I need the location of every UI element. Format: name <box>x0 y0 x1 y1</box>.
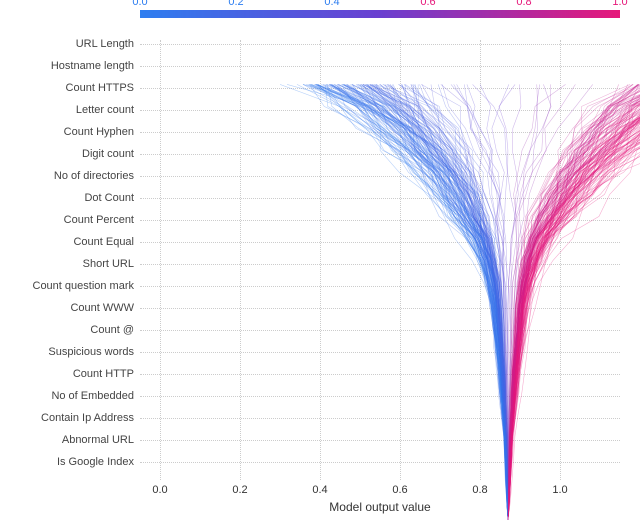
feature-label: Count WWW <box>4 302 134 314</box>
feature-label: Contain Ip Address <box>4 412 134 424</box>
feature-label: No of directories <box>4 170 134 182</box>
feature-label: Count Hyphen <box>4 126 134 138</box>
feature-label: Hostname length <box>4 60 134 72</box>
feature-label: Count question mark <box>4 280 134 292</box>
x-tick-label: 0.6 <box>392 484 407 496</box>
feature-label: Count Equal <box>4 236 134 248</box>
colorbar-tick: 0.4 <box>324 0 339 8</box>
feature-label: Is Google Index <box>4 456 134 468</box>
shap-lines-svg <box>280 80 640 520</box>
feature-label: URL Length <box>4 38 134 50</box>
colorbar-tick: 0.8 <box>516 0 531 8</box>
feature-label: Suspicious words <box>4 346 134 358</box>
feature-label: Short URL <box>4 258 134 270</box>
feature-label: Count Percent <box>4 214 134 226</box>
colorbar-tick: 0.6 <box>420 0 435 8</box>
colorbar-tick: 0.2 <box>228 0 243 8</box>
colorbar <box>140 10 620 18</box>
feature-label: Digit count <box>4 148 134 160</box>
feature-label: Abnormal URL <box>4 434 134 446</box>
x-tick-label: 1.0 <box>552 484 567 496</box>
x-tick-label: 0.4 <box>312 484 327 496</box>
feature-label: Count HTTP <box>4 368 134 380</box>
x-axis-label: Model output value <box>140 500 620 514</box>
colorbar-tick: 0.0 <box>132 0 147 8</box>
x-tick-label: 0.2 <box>232 484 247 496</box>
x-tick-label: 0.8 <box>472 484 487 496</box>
feature-label: No of Embedded <box>4 390 134 402</box>
feature-label: Count HTTPS <box>4 82 134 94</box>
plot-area <box>140 40 620 480</box>
colorbar-tick: 1.0 <box>612 0 627 8</box>
x-tick-label: 0.0 <box>152 484 167 496</box>
feature-label: Letter count <box>4 104 134 116</box>
feature-label: Count @ <box>4 324 134 336</box>
feature-label: Dot Count <box>4 192 134 204</box>
